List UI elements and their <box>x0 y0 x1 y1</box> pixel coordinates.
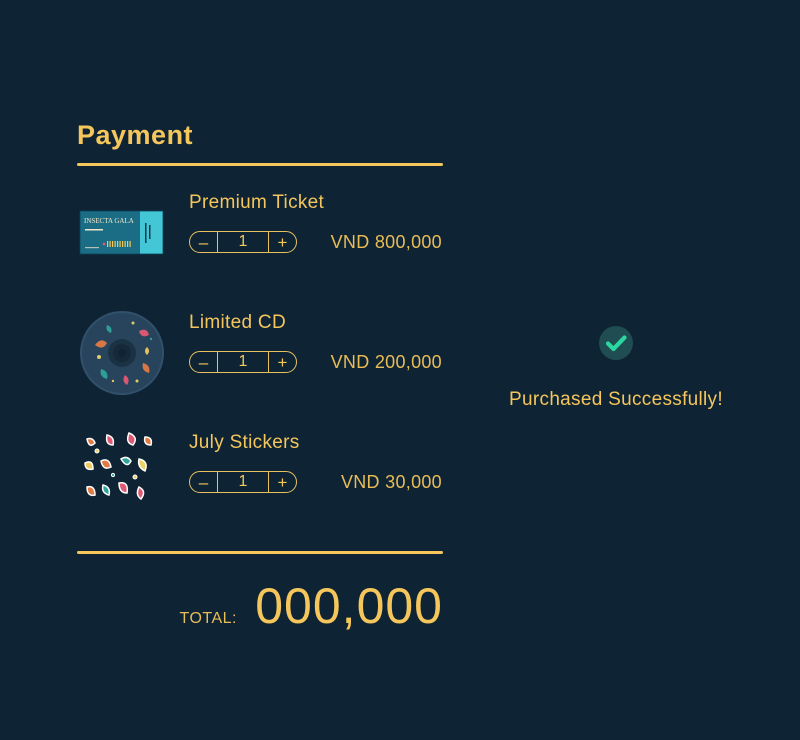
ticket-thumb-text: INSECTA GALA <box>84 217 134 225</box>
item-price: VND 800,000 <box>330 232 442 252</box>
cart-item-july-stickers: July Stickers – 1 + VND 30,000 <box>77 431 443 521</box>
decrease-button[interactable]: – <box>190 232 218 252</box>
increase-button[interactable]: + <box>268 352 296 372</box>
item-name: July Stickers <box>189 432 300 453</box>
success-text: Purchased Successfully! <box>509 389 723 410</box>
quantity-stepper: – 1 + <box>189 351 297 373</box>
title-divider <box>77 163 443 166</box>
item-price: VND 30,000 <box>340 472 442 492</box>
check-circle-icon <box>599 326 633 360</box>
decrease-button[interactable]: – <box>190 352 218 372</box>
quantity-stepper: – 1 + <box>189 231 297 253</box>
success-message-panel: Purchased Successfully! <box>480 326 752 411</box>
ticket-image: INSECTA GALA <box>79 210 164 255</box>
quantity-value[interactable]: 1 <box>218 472 268 492</box>
decrease-button[interactable]: – <box>190 472 218 492</box>
increase-button[interactable]: + <box>268 232 296 252</box>
total-row: TOTAL: 000,000 <box>77 576 443 636</box>
payment-panel: Payment INSECTA GALA Premium Ticket – 1 … <box>77 118 443 634</box>
cd-image <box>80 311 164 395</box>
total-value: 000,000 <box>255 578 443 634</box>
cart-item-limited-cd: Limited CD – 1 + VND 200,000 <box>77 311 443 401</box>
stickers-image <box>84 432 153 501</box>
total-label: TOTAL: <box>179 610 237 627</box>
item-price: VND 200,000 <box>330 352 442 372</box>
item-name: Premium Ticket <box>189 192 325 213</box>
quantity-value[interactable]: 1 <box>218 232 268 252</box>
quantity-stepper: – 1 + <box>189 471 297 493</box>
cart-item-premium-ticket: INSECTA GALA Premium Ticket – 1 + VND 80… <box>77 191 443 281</box>
payment-title: Payment <box>77 120 194 150</box>
total-divider <box>77 551 443 554</box>
item-name: Limited CD <box>189 312 286 333</box>
increase-button[interactable]: + <box>268 472 296 492</box>
quantity-value[interactable]: 1 <box>218 352 268 372</box>
